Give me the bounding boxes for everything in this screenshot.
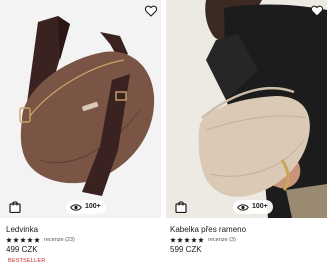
- views-badge: 100+: [233, 200, 273, 214]
- star-icon: [20, 237, 26, 243]
- product-price: 499 CZK: [6, 245, 38, 254]
- star-icon: [27, 237, 33, 243]
- product-price: 599 CZK: [170, 245, 202, 254]
- product-rating: recenze (23): [6, 236, 75, 244]
- add-to-cart-button[interactable]: [175, 200, 187, 213]
- product-rating: recenze (3): [170, 236, 236, 244]
- favorite-button[interactable]: [144, 4, 158, 18]
- star-icon: [6, 237, 12, 243]
- add-to-cart-button[interactable]: [9, 200, 21, 213]
- eye-icon: [237, 203, 249, 211]
- star-icon: [198, 237, 204, 243]
- reviews-count[interactable]: recenze (23): [44, 237, 75, 243]
- reviews-count[interactable]: recenze (3): [208, 237, 236, 243]
- views-badge: 100+: [66, 200, 106, 214]
- star-rating: [170, 237, 204, 243]
- heart-outline-icon: [310, 5, 324, 17]
- star-icon: [184, 237, 190, 243]
- star-icon: [13, 237, 19, 243]
- product-card[interactable]: 100+ Kabelka přes rameno recenze (3) 599…: [166, 0, 327, 270]
- favorite-button[interactable]: [310, 4, 324, 18]
- views-count: 100+: [252, 203, 268, 210]
- bestseller-badge: BESTSELLER: [8, 258, 46, 264]
- product-image[interactable]: 100+: [166, 0, 327, 218]
- product-name[interactable]: Ledvinka: [6, 225, 38, 234]
- product-card[interactable]: 100+ Ledvinka recenze (23) 499 CZK BESTS…: [0, 0, 161, 270]
- star-icon: [177, 237, 183, 243]
- beige-shoulder-bag-image: [166, 0, 327, 218]
- views-count: 100+: [85, 203, 101, 210]
- heart-outline-icon: [144, 5, 158, 17]
- star-icon: [170, 237, 176, 243]
- star-icon: [191, 237, 197, 243]
- shopping-bag-icon: [175, 201, 187, 213]
- product-grid: 100+ Ledvinka recenze (23) 499 CZK BESTS…: [0, 0, 327, 270]
- product-name[interactable]: Kabelka přes rameno: [170, 225, 246, 234]
- product-image[interactable]: 100+: [0, 0, 161, 218]
- brown-belt-bag-image: [0, 0, 161, 218]
- star-icon: [34, 237, 40, 243]
- star-rating: [6, 237, 40, 243]
- eye-icon: [70, 203, 82, 211]
- shopping-bag-icon: [9, 201, 21, 213]
